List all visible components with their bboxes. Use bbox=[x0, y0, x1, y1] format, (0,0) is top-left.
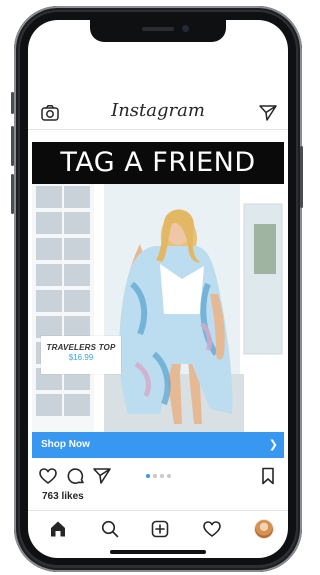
promo-banner: TAG A FRIEND bbox=[32, 142, 284, 184]
power-button bbox=[300, 146, 303, 208]
heart-icon[interactable] bbox=[38, 466, 58, 486]
comment-icon[interactable] bbox=[66, 466, 86, 486]
carousel-dot bbox=[153, 474, 157, 478]
carousel-dot-active bbox=[146, 474, 150, 478]
app-header: Instagram bbox=[28, 96, 288, 130]
home-indicator[interactable] bbox=[110, 550, 206, 554]
volume-down-button bbox=[11, 174, 14, 214]
paper-plane-icon[interactable] bbox=[258, 103, 278, 123]
post-image bbox=[32, 184, 284, 432]
likes-count[interactable]: 763 likes bbox=[42, 491, 84, 502]
volume-up-button bbox=[11, 126, 14, 166]
carousel-dot bbox=[167, 474, 171, 478]
shop-now-button[interactable]: Shop Now ❯ bbox=[32, 432, 284, 458]
share-icon[interactable] bbox=[92, 466, 112, 486]
post-photo[interactable]: TRAVELERS TOP $16.99 bbox=[32, 184, 284, 432]
speaker-grille bbox=[142, 27, 174, 31]
activity-heart-icon[interactable] bbox=[202, 519, 222, 539]
front-camera bbox=[182, 25, 189, 32]
instagram-logo: Instagram bbox=[111, 100, 205, 121]
product-price: $16.99 bbox=[68, 353, 94, 362]
carousel-dot bbox=[160, 474, 164, 478]
product-tag[interactable]: TRAVELERS TOP $16.99 bbox=[41, 336, 121, 374]
notch bbox=[90, 20, 226, 42]
app-screen: Instagram TAG A FRIEND TRAVELERS TOP $16… bbox=[28, 20, 288, 558]
home-icon[interactable] bbox=[48, 519, 68, 539]
carousel-indicator bbox=[146, 474, 176, 478]
profile-avatar[interactable] bbox=[254, 519, 274, 539]
product-name: TRAVELERS TOP bbox=[46, 343, 116, 352]
add-icon[interactable] bbox=[150, 519, 170, 539]
post-actions bbox=[28, 464, 288, 488]
search-icon[interactable] bbox=[100, 519, 120, 539]
shop-now-label: Shop Now bbox=[41, 439, 90, 450]
chevron-right-icon: ❯ bbox=[268, 439, 278, 451]
mute-switch bbox=[11, 92, 14, 114]
bookmark-icon[interactable] bbox=[258, 466, 278, 486]
